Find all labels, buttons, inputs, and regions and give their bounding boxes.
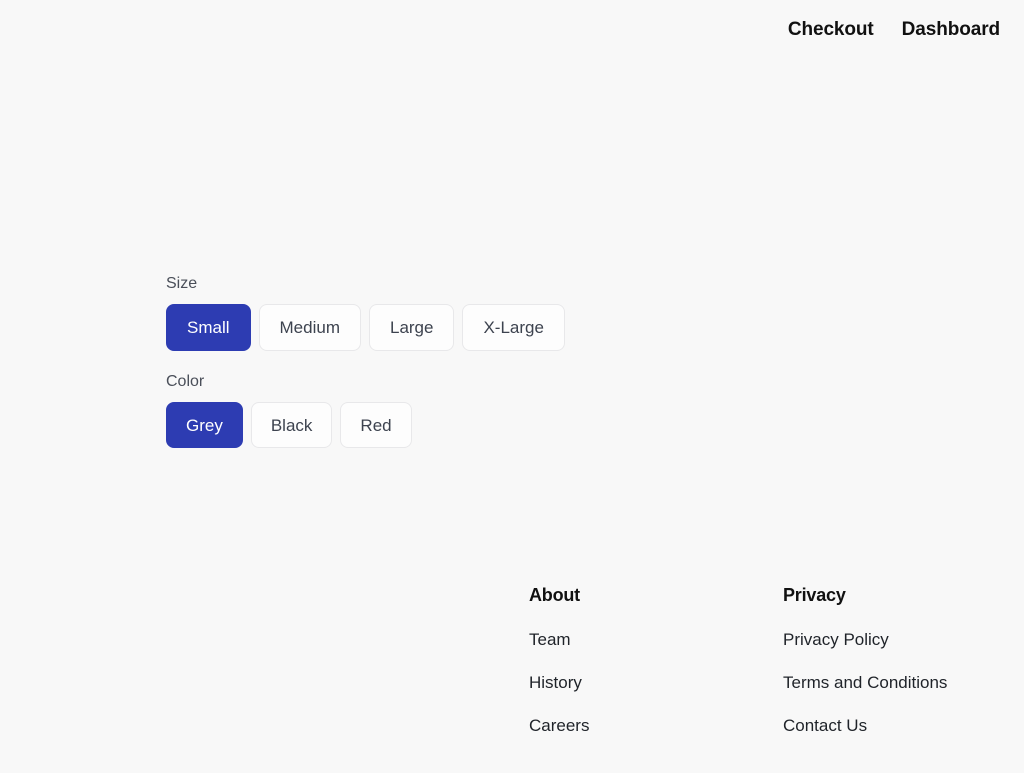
size-option-large[interactable]: Large <box>368 304 455 351</box>
size-option-small[interactable]: Small <box>166 304 251 351</box>
footer-spacer <box>0 560 529 773</box>
option-group-size: Size Small Medium Large X-Large <box>166 273 686 351</box>
color-option-red[interactable]: Red <box>340 402 412 448</box>
footer-link-team[interactable]: Team <box>529 628 783 651</box>
footer-heading-privacy: Privacy <box>783 585 846 605</box>
top-navigation: Checkout Dashboard <box>0 0 1024 60</box>
footer-link-privacy-policy[interactable]: Privacy Policy <box>783 628 1024 651</box>
footer-link-terms-and-conditions[interactable]: Terms and Conditions <box>783 671 1024 694</box>
nav-link-checkout[interactable]: Checkout <box>788 17 874 43</box>
option-label-color: Color <box>166 373 205 390</box>
size-option-x-large[interactable]: X-Large <box>462 304 565 351</box>
product-options: Size Small Medium Large X-Large Color Gr… <box>166 273 686 448</box>
footer-link-contact-us[interactable]: Contact Us <box>783 714 1024 737</box>
footer-heading-about: About <box>529 585 580 605</box>
option-label-size: Size <box>166 275 198 292</box>
option-group-color: Color Grey Black Red <box>166 371 686 448</box>
page-footer: About Team History Careers Privacy Priva… <box>0 560 1024 773</box>
size-option-row: Small Medium Large X-Large <box>166 304 686 351</box>
footer-link-careers[interactable]: Careers <box>529 714 783 737</box>
nav-link-dashboard[interactable]: Dashboard <box>902 17 1000 43</box>
footer-column-privacy: Privacy Privacy Policy Terms and Conditi… <box>783 560 1024 773</box>
color-option-grey[interactable]: Grey <box>166 402 243 448</box>
color-option-black[interactable]: Black <box>250 402 333 448</box>
size-option-medium[interactable]: Medium <box>258 304 361 351</box>
footer-link-history[interactable]: History <box>529 671 783 694</box>
footer-column-about: About Team History Careers <box>529 560 783 773</box>
color-option-row: Grey Black Red <box>166 402 686 448</box>
